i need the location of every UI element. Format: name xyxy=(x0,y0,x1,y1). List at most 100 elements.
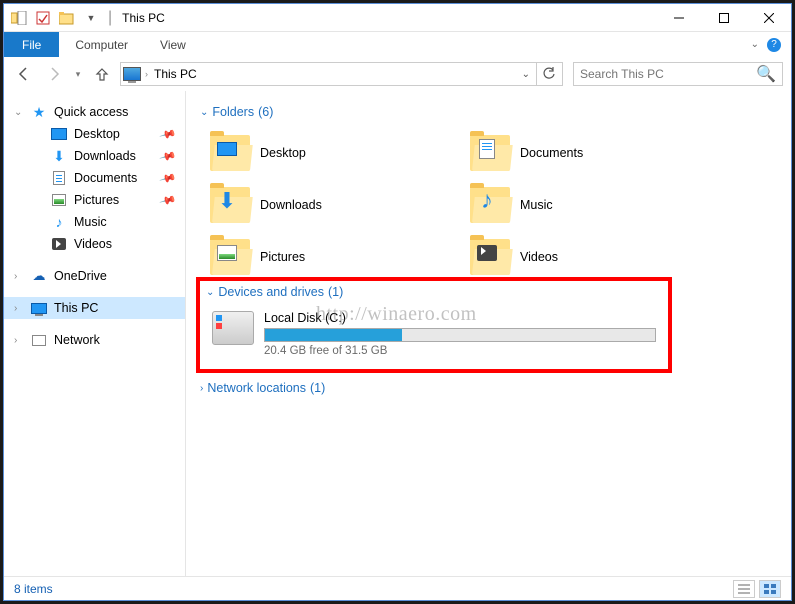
tab-computer[interactable]: Computer xyxy=(59,32,144,57)
pc-icon xyxy=(30,300,48,316)
address-chevron-icon[interactable]: › xyxy=(145,69,148,79)
tree-label: Quick access xyxy=(54,105,128,119)
folder-label: Desktop xyxy=(260,146,306,160)
tree-this-pc[interactable]: › This PC xyxy=(4,297,185,319)
refresh-button[interactable] xyxy=(536,62,560,86)
tree-item-music[interactable]: ♪ Music xyxy=(24,211,185,233)
quick-access-toolbar: ▼ xyxy=(4,7,106,29)
tree-quick-access[interactable]: ⌄ ★ Quick access xyxy=(4,101,185,123)
tree-item-videos[interactable]: Videos xyxy=(24,233,185,255)
section-netloc-header[interactable]: › Network locations (1) xyxy=(200,381,777,395)
folder-label: Videos xyxy=(520,250,558,264)
status-item-count: 8 items xyxy=(14,582,53,596)
new-folder-icon[interactable] xyxy=(56,7,78,29)
address-dropdown-icon[interactable]: ⌄ xyxy=(522,69,532,80)
window-controls xyxy=(656,4,791,32)
folder-label: Pictures xyxy=(260,250,305,264)
window-title: This PC xyxy=(122,11,165,25)
folder-music[interactable]: ♪ Music xyxy=(460,179,720,231)
folder-pictures[interactable]: Pictures xyxy=(200,231,460,283)
chevron-down-icon: ⌄ xyxy=(200,107,208,118)
tree-label: Desktop xyxy=(74,127,120,141)
tree-item-downloads[interactable]: ⬇ Downloads 📌 xyxy=(24,145,185,167)
folder-icon xyxy=(210,239,250,275)
tab-view[interactable]: View xyxy=(144,32,202,57)
tree-label: This PC xyxy=(54,301,98,315)
section-drives-header[interactable]: ⌄ Devices and drives (1) xyxy=(206,285,662,299)
ribbon-expand-icon[interactable]: ⌄ xyxy=(751,39,759,50)
address-bar[interactable]: › This PC ⌄ xyxy=(120,62,563,86)
drive-free-text: 20.4 GB free of 31.5 GB xyxy=(264,345,656,357)
explorer-window: ▼ | This PC File Computer View ⌄ ? ▾ › T… xyxy=(3,3,792,601)
address-pc-icon xyxy=(123,66,141,82)
nav-back-button[interactable] xyxy=(12,62,36,86)
pin-icon: 📌 xyxy=(159,125,177,143)
section-count: (6) xyxy=(258,105,273,119)
tree-label: Videos xyxy=(74,237,112,251)
star-icon: ★ xyxy=(30,104,48,120)
folder-label: Documents xyxy=(520,146,583,160)
section-label: Network locations xyxy=(207,381,306,395)
desktop-icon xyxy=(50,126,68,142)
pin-icon: 📌 xyxy=(159,169,177,187)
folder-desktop[interactable]: Desktop xyxy=(200,127,460,179)
chevron-right-icon[interactable]: › xyxy=(14,303,26,314)
music-icon: ♪ xyxy=(50,214,68,230)
section-folders-header[interactable]: ⌄ Folders (6) xyxy=(200,105,777,119)
folder-downloads[interactable]: ⬇ Downloads xyxy=(200,179,460,231)
folder-icon xyxy=(470,135,510,171)
status-bar: 8 items xyxy=(4,576,791,600)
view-large-icons-button[interactable] xyxy=(759,580,781,598)
nav-up-button[interactable] xyxy=(90,62,114,86)
drive-icon xyxy=(212,311,254,345)
tree-label: Network xyxy=(54,333,100,347)
section-label: Folders xyxy=(212,105,254,119)
folder-videos[interactable]: Videos xyxy=(460,231,720,283)
close-button[interactable] xyxy=(746,4,791,32)
tree-label: Music xyxy=(74,215,107,229)
tree-label: Documents xyxy=(74,171,137,185)
minimize-button[interactable] xyxy=(656,4,701,32)
content-pane: ⌄ Folders (6) Desktop Documents ⬇ Downlo… xyxy=(186,91,791,576)
tree-network[interactable]: › Network xyxy=(4,329,185,351)
highlight-box: ⌄ Devices and drives (1) Local Disk (C:)… xyxy=(196,277,672,373)
nav-recent-dropdown[interactable]: ▾ xyxy=(72,62,84,86)
folder-icon: ♪ xyxy=(470,187,510,223)
section-count: (1) xyxy=(310,381,325,395)
tree-label: Downloads xyxy=(74,149,136,163)
tree-onedrive[interactable]: ›☁OneDrive xyxy=(4,265,185,287)
tree-item-desktop[interactable]: Desktop 📌 xyxy=(24,123,185,145)
pin-icon: 📌 xyxy=(159,191,177,209)
pin-icon: 📌 xyxy=(159,147,177,165)
tab-file[interactable]: File xyxy=(4,32,59,57)
folder-icon xyxy=(210,135,250,171)
tree-item-pictures[interactable]: Pictures📌 xyxy=(24,189,185,211)
chevron-right-icon[interactable]: › xyxy=(14,271,26,282)
address-segment[interactable]: This PC xyxy=(152,67,199,81)
folder-icon: ⬇ xyxy=(210,187,250,223)
drive-usage-bar xyxy=(264,328,656,342)
view-details-button[interactable] xyxy=(733,580,755,598)
downloads-icon: ⬇ xyxy=(50,148,68,164)
app-icon[interactable] xyxy=(8,7,30,29)
search-input[interactable] xyxy=(580,67,756,81)
titlebar: ▼ | This PC xyxy=(4,4,791,32)
folder-label: Music xyxy=(520,198,553,212)
chevron-down-icon[interactable]: ⌄ xyxy=(14,107,26,118)
pictures-icon xyxy=(50,192,68,208)
tree-item-documents[interactable]: Documents 📌 xyxy=(24,167,185,189)
search-box[interactable]: 🔍 xyxy=(573,62,783,86)
folder-icon xyxy=(470,239,510,275)
videos-icon xyxy=(50,236,68,252)
chevron-right-icon[interactable]: › xyxy=(14,335,26,346)
properties-icon[interactable] xyxy=(32,7,54,29)
maximize-button[interactable] xyxy=(701,4,746,32)
tree-label: OneDrive xyxy=(54,269,107,283)
folder-documents[interactable]: Documents xyxy=(460,127,720,179)
folder-label: Downloads xyxy=(260,198,322,212)
help-icon[interactable]: ? xyxy=(767,38,781,52)
network-icon xyxy=(30,332,48,348)
nav-forward-button[interactable] xyxy=(42,62,66,86)
qat-dropdown-icon[interactable]: ▼ xyxy=(80,7,102,29)
drive-local-c[interactable]: Local Disk (C:) 20.4 GB free of 31.5 GB … xyxy=(206,307,662,361)
